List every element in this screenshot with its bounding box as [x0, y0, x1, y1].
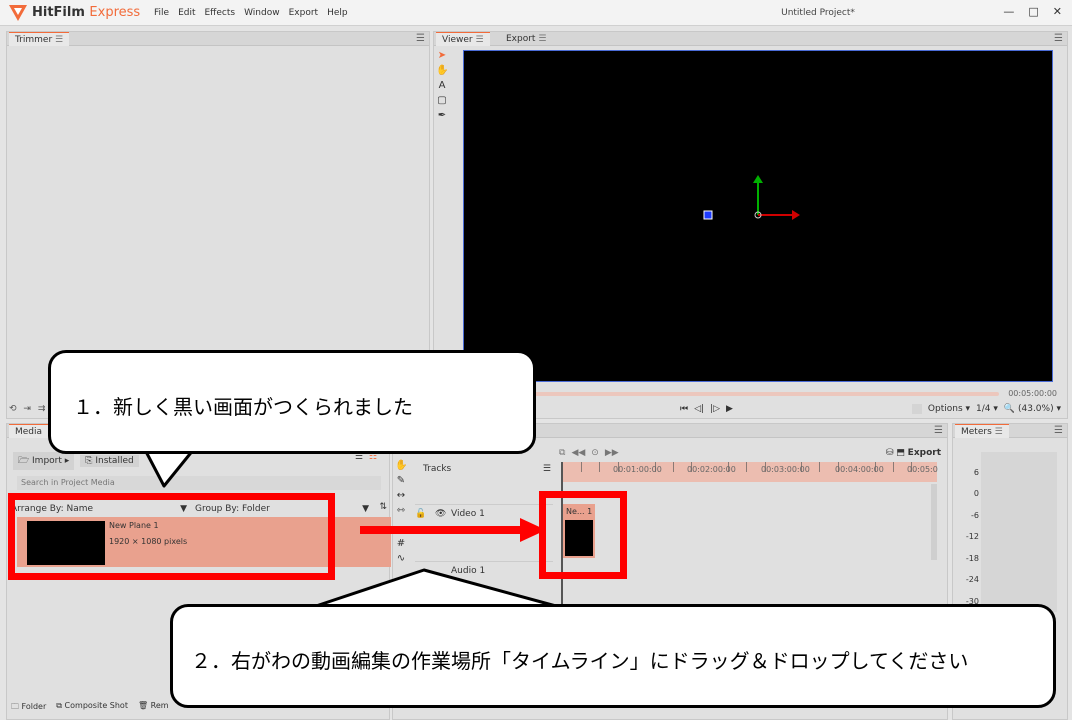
ruler-label: 00:01:00:00: [613, 465, 662, 474]
loop-icon[interactable]: ⟲: [9, 404, 17, 414]
trimmer-controls: ⟲ ⇥ ⇉: [9, 404, 45, 414]
callout-2: ２．右がわの動画編集の作業場所「タイムライン」にドラッグ＆ドロップしてください: [170, 604, 1056, 708]
insert-icon[interactable]: ⇥: [23, 404, 31, 414]
step-back-icon[interactable]: ◁|: [694, 404, 704, 414]
trimmer-tabbar: Trimmer ☰ ☰: [7, 32, 429, 46]
drag-arrow-icon: [360, 518, 546, 542]
ruler-label: 00:02:00:00: [687, 465, 736, 474]
play-icon[interactable]: ▶: [726, 404, 733, 414]
timeline-export-button[interactable]: ⛁ ⬒ Export: [886, 448, 941, 458]
step-forward-icon[interactable]: |▷: [710, 404, 720, 414]
mask-tool-icon[interactable]: ▢: [436, 95, 448, 106]
viewer-tools: ➤ ✋ A ▢ ✒: [436, 50, 448, 121]
close-button[interactable]: ✕: [1053, 5, 1062, 18]
timeline-view-icon[interactable]: ⧉: [559, 448, 565, 458]
maximize-button[interactable]: □: [1028, 5, 1038, 18]
sort-icon[interactable]: ⇅: [379, 502, 387, 512]
transport-controls: ⏮ ◁| |▷ ▶: [680, 404, 733, 414]
timeline-scrollbar[interactable]: [931, 484, 937, 560]
curve-icon[interactable]: ∿: [395, 553, 407, 564]
goto-start-icon[interactable]: ⏮: [680, 404, 688, 414]
options-swatch: [911, 404, 922, 414]
tracks-label: Tracks: [423, 464, 452, 474]
new-folder-button[interactable]: 🗀 Folder: [11, 701, 46, 715]
next-marker-icon[interactable]: ▶▶: [605, 448, 619, 458]
zoom-select[interactable]: 🔍 (43.0%) ▾: [1004, 404, 1061, 414]
viewer-canvas[interactable]: [463, 50, 1053, 382]
tab-viewer[interactable]: Viewer ☰: [436, 32, 490, 46]
new-composite-button[interactable]: ⧉ Composite Shot: [56, 701, 128, 715]
meter-scale: 6 0 -6 -12 -18 -24 -30: [965, 468, 979, 606]
highlight-media-item: [8, 493, 335, 580]
tracks-header: Tracks ☰: [413, 464, 551, 474]
select-tool-icon[interactable]: ➤: [436, 50, 448, 61]
overlay-icon[interactable]: ⇉: [38, 404, 46, 414]
ruler-label: 00:04:00:00: [835, 465, 884, 474]
slip-tool-icon[interactable]: ↔: [395, 490, 407, 501]
viewer-scrub-bar[interactable]: [474, 392, 999, 396]
editor-tools: ✋ ✎ ↔ ⇿ # ∿: [395, 460, 407, 564]
meters-tabbar: Meters ☰ ☰: [953, 424, 1067, 438]
transform-gizmo-icon[interactable]: [702, 175, 812, 230]
tracks-menu-icon[interactable]: ☰: [543, 464, 551, 474]
import-button[interactable]: 🗁 Import ▸: [13, 452, 75, 470]
meters-menu-icon[interactable]: ☰: [1054, 425, 1063, 436]
pen-tool-icon[interactable]: ✒: [436, 110, 448, 121]
tab-meters[interactable]: Meters ☰: [955, 424, 1009, 438]
callout-1-text: １．新しく黒い画面がつくられました: [73, 395, 413, 419]
razor-tool-icon[interactable]: ✎: [395, 475, 407, 486]
marker-icon[interactable]: ⊙: [591, 448, 599, 458]
trimmer-menu-icon[interactable]: ☰: [416, 33, 425, 44]
viewer-tabbar: Viewer ☰ Export ☰ ☰: [434, 32, 1067, 46]
minimize-button[interactable]: —: [1003, 5, 1014, 18]
timeline-header-icons: ⧉ ◀◀ ⊙ ▶▶: [559, 448, 619, 458]
window-controls: — □ ✕: [1003, 5, 1062, 18]
media-footer: 🗀 Folder ⧉ Composite Shot 🗑 Rem: [11, 701, 169, 715]
installed-button[interactable]: ⎘ Installed: [80, 455, 139, 467]
meter-bars: [981, 452, 1057, 612]
tab-media[interactable]: Media: [9, 424, 49, 438]
tab-trimmer[interactable]: Trimmer ☰: [9, 32, 70, 46]
callout-1: １．新しく黒い画面がつくられました: [48, 350, 536, 454]
timeline-ruler[interactable]: 00:01:00:00 00:02:00:00 00:03:00:00 00:0…: [561, 462, 938, 482]
ruler-label: 00:03:00:00: [761, 465, 810, 474]
prev-marker-icon[interactable]: ◀◀: [571, 448, 585, 458]
resolution-select[interactable]: 1/4 ▾: [976, 404, 998, 414]
callout-2-text: ２．右がわの動画編集の作業場所「タイムライン」にドラッグ＆ドロップしてください: [191, 649, 969, 673]
roll-tool-icon[interactable]: ⇿: [395, 505, 407, 516]
viewer-timecode: 00:05:00:00: [1008, 389, 1057, 398]
viewer-options-row: Options ▾ 1/4 ▾ 🔍 (43.0%) ▾: [911, 404, 1061, 414]
hand-tool-icon[interactable]: ✋: [395, 460, 407, 471]
title-bar: HitFilm Express File Edit Effects Window…: [0, 0, 1072, 26]
editor-menu-icon[interactable]: ☰: [934, 425, 943, 436]
text-tool-icon[interactable]: A: [436, 80, 448, 91]
window-title: Untitled Project*: [781, 8, 855, 18]
media-toolbar: 🗁 Import ▸ ⎘ Installed: [13, 452, 139, 470]
options-button[interactable]: Options ▾: [928, 404, 970, 414]
tab-export[interactable]: Export ☰: [500, 32, 552, 46]
ruler-label: 00:05:0: [907, 465, 938, 474]
remove-button[interactable]: 🗑 Rem: [138, 701, 169, 715]
viewer-menu-icon[interactable]: ☰: [1054, 33, 1063, 44]
hand-tool-icon[interactable]: ✋: [436, 65, 448, 76]
